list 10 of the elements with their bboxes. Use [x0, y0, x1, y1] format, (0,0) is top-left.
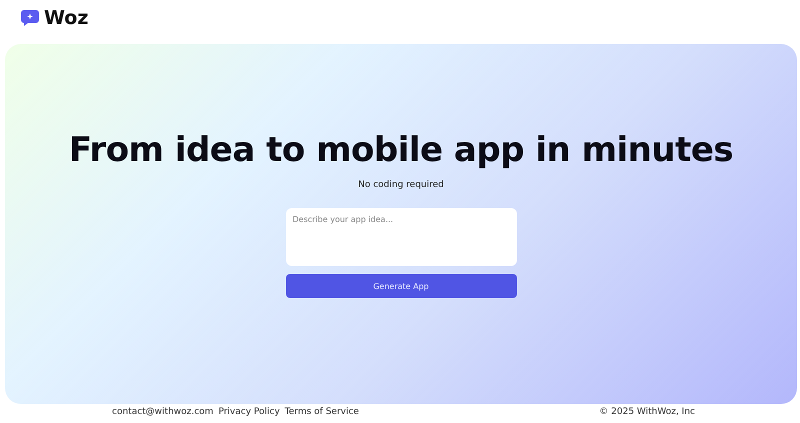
copyright-text: © 2025 WithWoz, Inc — [599, 407, 695, 417]
hero-subtitle: No coding required — [358, 180, 444, 190]
brand-name: Woz — [44, 7, 88, 29]
footer-link[interactable]: Privacy Policy — [218, 407, 280, 417]
footer-link[interactable]: contact@withwoz.com — [112, 407, 214, 417]
idea-input-field[interactable]: Describe your app idea... — [286, 208, 516, 266]
footer-link[interactable]: Terms of Service — [284, 407, 359, 417]
chat-bubble-logo-icon — [20, 9, 40, 27]
generate-app-button[interactable]: Generate App — [286, 274, 516, 298]
hero-title: From idea to mobile app in minutes — [68, 130, 734, 170]
